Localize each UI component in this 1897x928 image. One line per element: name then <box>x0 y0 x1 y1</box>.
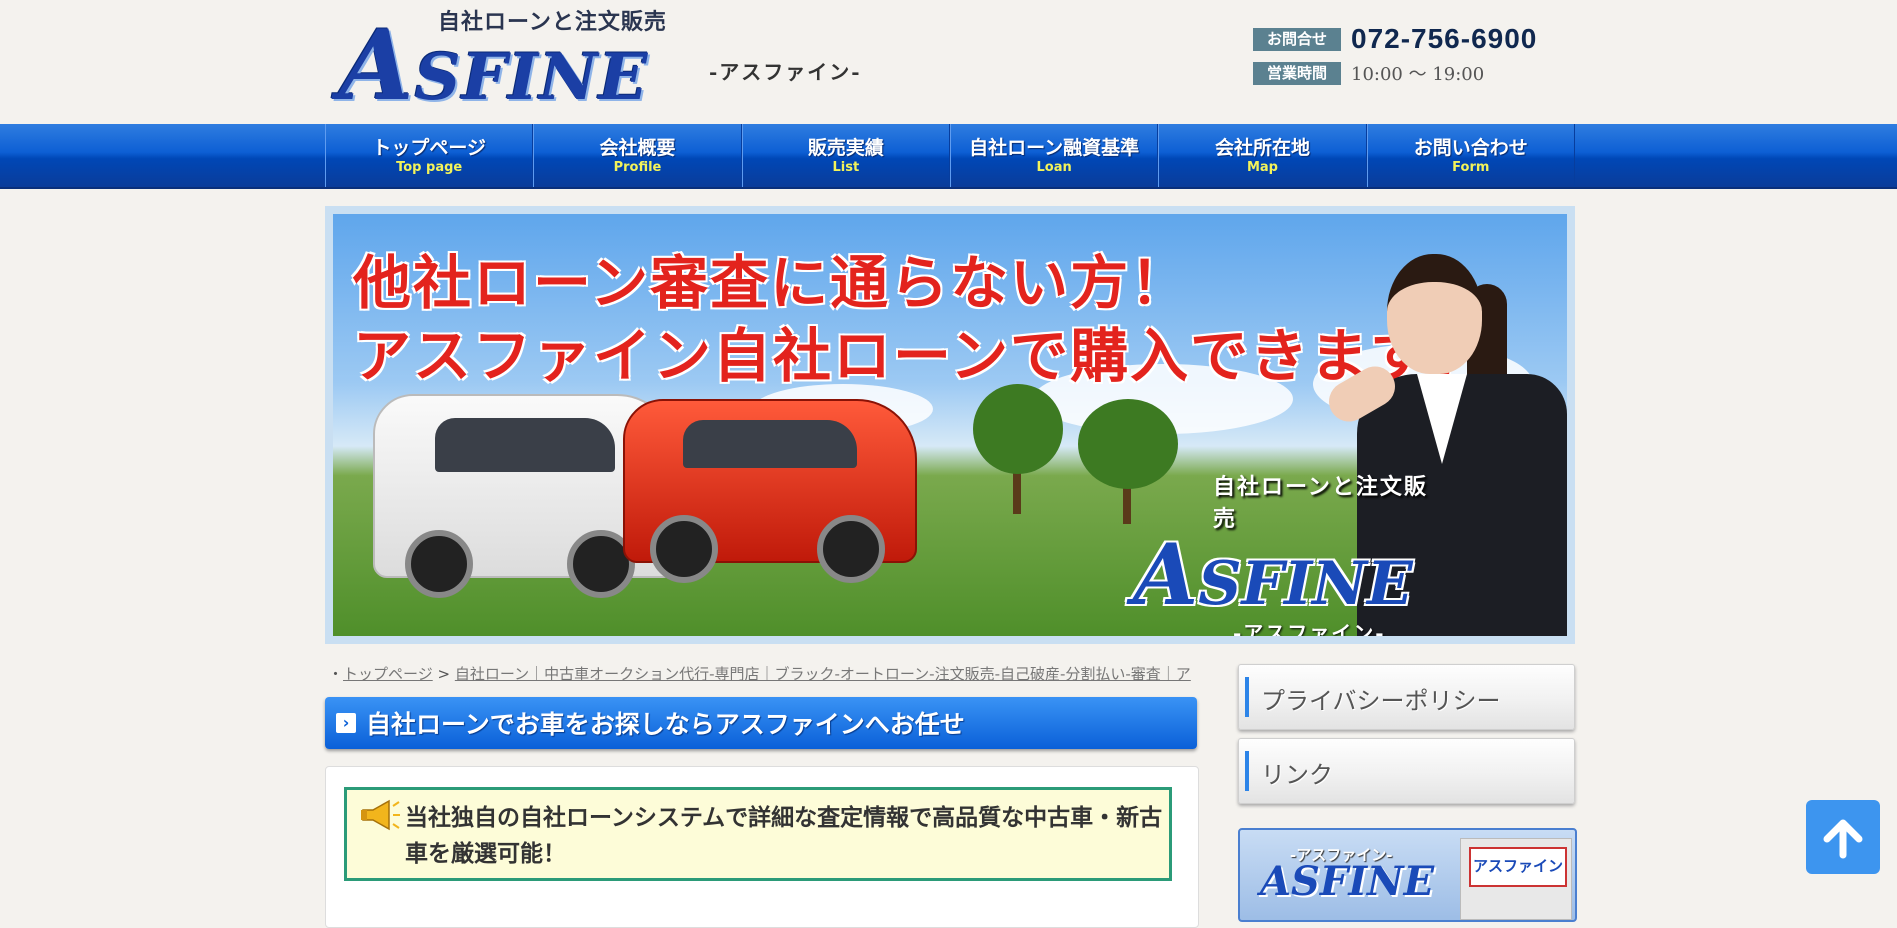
hero-logo-rest: SFINE <box>1198 549 1413 619</box>
breadcrumb-home-link[interactable]: トップページ <box>343 665 433 683</box>
contact-phone-row: お問合せ 072-756-6900 <box>1253 22 1583 56</box>
sidebar-item-label: リンク <box>1261 761 1333 789</box>
nav-item-sublabel: List <box>832 159 860 175</box>
hero-logo-kana: -アスファイン- <box>1233 621 1386 636</box>
notice-text: 当社独自の自社ローンシステムで詳細な査定情報で高品質な中古車・新古車を厳選可能！ <box>405 805 1163 867</box>
car-wheel <box>405 530 473 598</box>
nav-item-list[interactable]: 販売実績 List <box>741 124 950 187</box>
nav-item-sublabel: Map <box>1246 159 1278 175</box>
nav-item-label: 会社概要 <box>599 136 676 159</box>
tree-shape <box>973 384 1063 474</box>
section-heading-text: 自社ローンでお車をお探しならアスファインへお任せ <box>366 710 965 739</box>
hero-image: 他社ローン審査に通らない方！ アスファイン自社ローンで購入できます！ 自社ローン… <box>333 214 1567 636</box>
nav-item-map[interactable]: 会社所在地 Map <box>1158 124 1367 187</box>
business-hours: 10:00 ～ 19:00 <box>1351 64 1485 85</box>
phone-number[interactable]: 072-756-6900 <box>1351 23 1537 55</box>
nav-item-sublabel: Form <box>1452 159 1490 175</box>
main-nav-inner: トップページ Top page 会社概要 Profile 販売実績 List 自… <box>325 124 1575 187</box>
nav-item-sublabel: Profile <box>613 159 662 175</box>
main-nav: トップページ Top page 会社概要 Profile 販売実績 List 自… <box>0 124 1897 189</box>
breadcrumb-current-link[interactable]: 自社ローン｜中古車オークション代行-専門店｜ブラック-オートローン-注文販売-自… <box>455 665 1191 683</box>
shop-sign: アスファイン <box>1469 847 1567 887</box>
hero-headline-2: アスファイン自社ローンで購入できます！ <box>353 322 1491 390</box>
nav-item-label: 自社ローン融資基準 <box>969 136 1140 159</box>
nav-item-label: 販売実績 <box>807 136 884 159</box>
car-wheel <box>817 515 885 583</box>
hero-logo-tagline: 自社ローンと注文販売 <box>1213 474 1428 532</box>
car-window <box>435 417 615 472</box>
logo-wordmark-initial: A <box>339 9 415 122</box>
breadcrumb-bullet: ・ <box>328 665 344 683</box>
nav-item-top-page[interactable]: トップページ Top page <box>325 124 534 187</box>
hours-badge: 営業時間 <box>1253 61 1341 85</box>
nav-item-label: トップページ <box>372 136 486 159</box>
hero-headline-1: 他社ローン審査に通らない方！ <box>353 249 1191 317</box>
logo-kana: -アスファイン- <box>709 60 862 84</box>
notice-box: 当社独自の自社ローンシステムで詳細な査定情報で高品質な中古車・新古車を厳選可能！ <box>344 787 1172 881</box>
banner-wordmark: ASFINE <box>1260 858 1435 905</box>
site-header: 自社ローンと注文販売 ASFINE -アスファイン- お問合せ 072-756-… <box>0 0 1897 124</box>
nav-item-sublabel: Top page <box>396 159 463 175</box>
sidebar-asfine-banner[interactable]: -アスファイン- ASFINE アスファイン <box>1238 828 1577 922</box>
contact-info: お問合せ 072-756-6900 営業時間 10:00 ～ 19:00 <box>1253 22 1583 92</box>
nav-item-sublabel: Loan <box>1036 159 1072 175</box>
megaphone-icon <box>361 799 400 831</box>
sidebar-item-accent <box>1245 751 1249 791</box>
red-hatchback <box>623 399 917 583</box>
hero-logo-initial: A <box>1133 525 1199 624</box>
contact-hours-row: 営業時間 10:00 ～ 19:00 <box>1253 56 1583 90</box>
contact-badge: お問合せ <box>1253 27 1341 51</box>
nav-item-label: 会社所在地 <box>1214 136 1310 159</box>
hero-logo-wordmark: ASFINE <box>1133 533 1433 617</box>
car-window <box>683 420 857 469</box>
logo-wordmark-rest: SFINE <box>414 40 649 115</box>
content-box: 当社独自の自社ローンシステムで詳細な査定情報で高品質な中古車・新古車を厳選可能！ <box>325 766 1199 928</box>
hero-logo: 自社ローンと注文販売 ASFINE -アスファイン- <box>1133 469 1433 636</box>
head-shape <box>1387 254 1482 374</box>
back-to-top-button[interactable] <box>1806 800 1880 874</box>
section-heading: › 自社ローンでお車をお探しならアスファインへお任せ <box>325 697 1197 749</box>
nav-item-label: お問い合わせ <box>1413 136 1528 159</box>
hero-banner: 他社ローン審査に通らない方！ アスファイン自社ローンで購入できます！ 自社ローン… <box>325 206 1575 644</box>
sidebar-item-privacy-policy[interactable]: プライバシーポリシー <box>1238 664 1575 730</box>
chevron-right-icon: › <box>336 713 356 733</box>
car-wheel <box>650 515 718 583</box>
logo-wordmark: ASFINE <box>339 18 649 116</box>
nav-item-profile[interactable]: 会社概要 Profile <box>533 124 742 187</box>
site-logo[interactable]: 自社ローンと注文販売 ASFINE -アスファイン- <box>333 0 893 115</box>
shop-photo: アスファイン <box>1460 838 1572 920</box>
nav-item-loan[interactable]: 自社ローン融資基準 Loan <box>949 124 1159 187</box>
breadcrumb: ・トップページ > 自社ローン｜中古車オークション代行-専門店｜ブラック-オート… <box>328 663 1196 685</box>
sidebar-item-accent <box>1245 677 1249 717</box>
breadcrumb-separator: > <box>432 665 455 683</box>
sidebar-item-links[interactable]: リンク <box>1238 738 1575 804</box>
nav-item-form[interactable]: お問い合わせ Form <box>1366 124 1575 187</box>
sidebar-item-label: プライバシーポリシー <box>1261 687 1501 715</box>
arrow-up-icon <box>1823 819 1863 859</box>
